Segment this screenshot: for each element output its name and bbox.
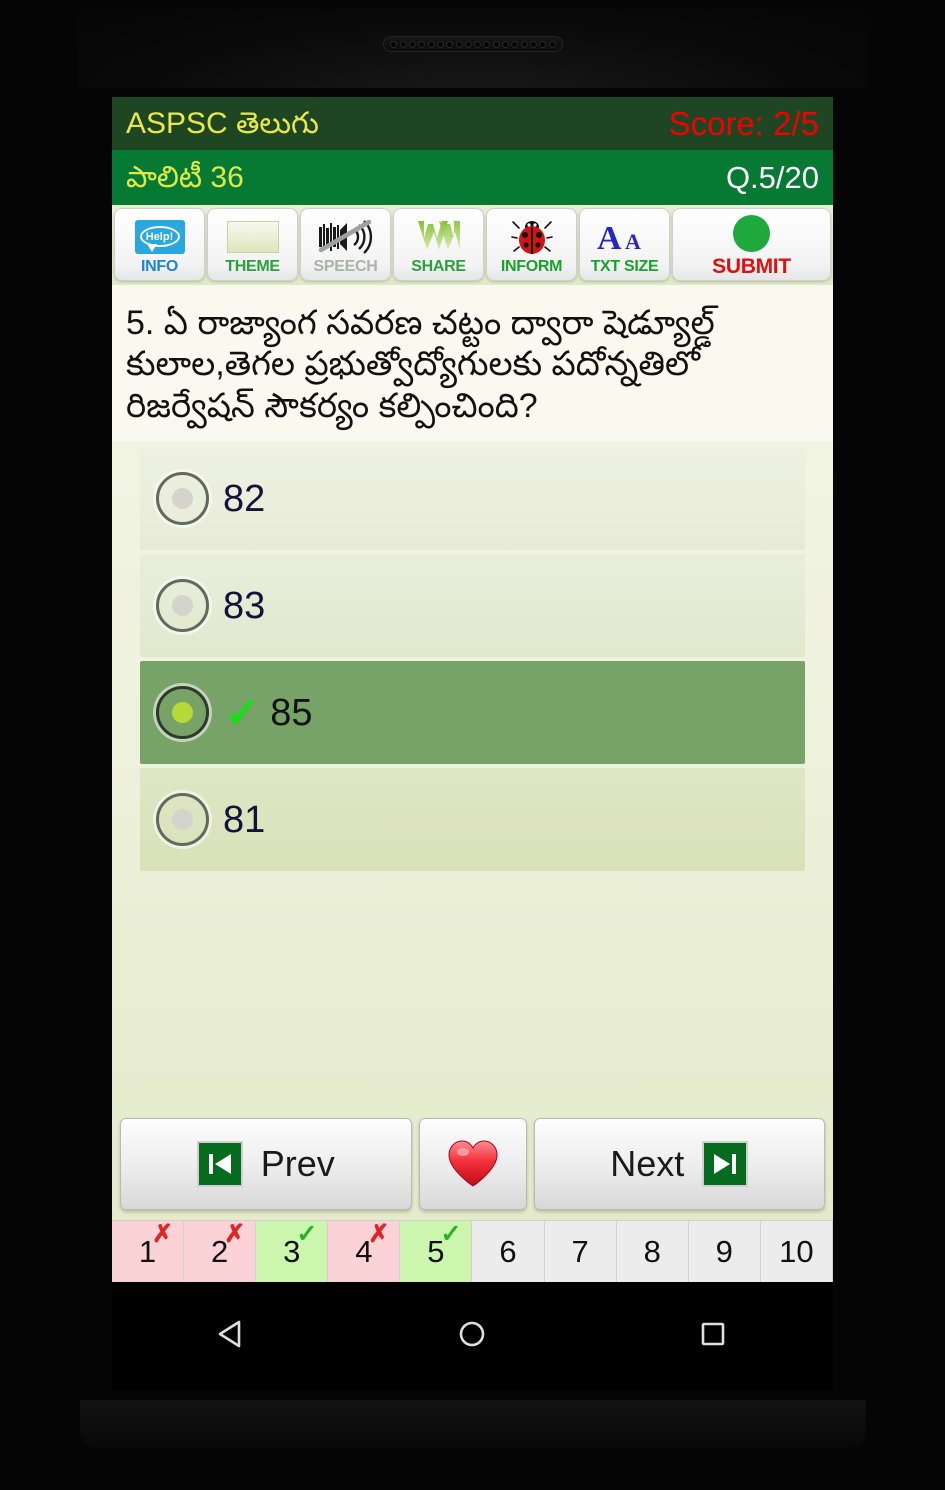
question-counter: Q.5/20 (725, 160, 819, 195)
prev-button[interactable]: Prev (120, 1118, 412, 1210)
earpiece-speaker-grille (383, 36, 563, 52)
submit-label: SUBMIT (712, 254, 791, 278)
android-system-navigation-bar (112, 1282, 833, 1390)
option-label-4: 81 (223, 798, 266, 841)
question-number-8: 8 (643, 1233, 661, 1269)
speaker-muted-icon (317, 217, 375, 257)
app-screen: ASPSC తెలుగు Score: 2/5 పాలిటీ 36 Q.5/20… (112, 97, 833, 1282)
speech-label: SPEECH (313, 257, 378, 275)
svg-text:A: A (597, 220, 622, 255)
subject-bar: పాలిటీ 36 Q.5/20 (112, 150, 833, 205)
correct-mark-icon: ✓ (296, 1220, 318, 1248)
question-cell-3[interactable]: ✓ 3 (256, 1220, 329, 1282)
back-button[interactable] (215, 1317, 249, 1356)
question-cell-2[interactable]: ✗ 2 (184, 1220, 257, 1282)
recents-button[interactable] (696, 1317, 730, 1356)
question-cell-4[interactable]: ✗ 4 (328, 1220, 401, 1282)
next-button[interactable]: Next (533, 1118, 825, 1210)
question-cell-8[interactable]: 8 (616, 1221, 689, 1282)
question-number-9: 9 (715, 1233, 733, 1269)
share-button[interactable]: SHARE (393, 208, 484, 281)
next-label: Next (610, 1143, 685, 1184)
wrong-mark-icon: ✗ (152, 1220, 174, 1248)
toolbar: Help! INFO THEME SPEECH SHARE INFORM A A… (112, 205, 833, 285)
options-list: 82 83 ✓ 85 81 (112, 441, 833, 872)
option-label-3: 85 (270, 691, 313, 734)
color-swatch-icon (226, 217, 279, 257)
radio-button-4[interactable] (156, 793, 209, 847)
question-index-strip: ✗ 1 ✗ 2 ✓ 3 ✗ 4 ✓ 5 6 7 8 9 10 (112, 1220, 833, 1282)
radio-button-3[interactable] (156, 686, 209, 740)
info-label: INFO (140, 257, 179, 275)
question-cell-9[interactable]: 9 (688, 1221, 761, 1282)
score-label: Score: 2/5 (668, 105, 819, 142)
title-bar: ASPSC తెలుగు Score: 2/5 (112, 97, 833, 150)
info-button[interactable]: Help! INFO (114, 208, 205, 281)
correct-check-icon: ✓ (225, 688, 261, 736)
font-size-aa-icon: A A (597, 217, 653, 257)
wrong-mark-icon: ✗ (224, 1220, 246, 1248)
text-size-button[interactable]: A A TXT SIZE (579, 208, 670, 281)
radio-button-1[interactable] (156, 472, 209, 526)
inform-label: INFORM (500, 257, 563, 275)
skip-next-icon (702, 1141, 749, 1187)
share-label: SHARE (411, 257, 466, 275)
theme-button[interactable]: THEME (207, 208, 298, 281)
phone-device-frame: ASPSC తెలుగు Score: 2/5 పాలిటీ 36 Q.5/20… (0, 0, 945, 1490)
prev-label: Prev (260, 1143, 335, 1184)
option-row-3[interactable]: ✓ 85 (140, 661, 805, 765)
home-button[interactable] (455, 1317, 489, 1356)
option-row-2[interactable]: 83 (140, 554, 805, 658)
help-bubble-text: Help! (139, 226, 180, 247)
question-cell-10[interactable]: 10 (760, 1221, 833, 1282)
ladybug-icon (510, 217, 553, 257)
option-label-2: 83 (223, 584, 266, 627)
navigation-bar: Prev Next (112, 1118, 833, 1210)
option-label-1: 82 (223, 477, 266, 520)
question-cell-6[interactable]: 6 (472, 1221, 545, 1282)
question-number-10: 10 (779, 1233, 814, 1269)
radio-button-2[interactable] (156, 579, 209, 633)
skip-previous-icon (196, 1141, 243, 1187)
inform-button[interactable]: INFORM (486, 208, 577, 281)
submit-button[interactable]: SUBMIT (672, 208, 831, 281)
question-number-7: 7 (571, 1233, 589, 1269)
correct-mark-icon: ✓ (440, 1220, 462, 1248)
option-row-4[interactable]: 81 (140, 768, 805, 872)
svg-text:A: A (625, 229, 641, 254)
question-cell-7[interactable]: 7 (544, 1221, 617, 1282)
wrong-mark-icon: ✗ (368, 1220, 390, 1248)
whatsapp-w-icon (415, 217, 463, 257)
help-bubble-icon: Help! (134, 217, 185, 257)
text-size-label: TXT SIZE (590, 257, 659, 275)
question-number-6: 6 (499, 1233, 517, 1269)
heart-icon (447, 1140, 499, 1188)
favorite-button[interactable] (418, 1118, 527, 1210)
question-cell-5[interactable]: ✓ 5 (400, 1220, 473, 1282)
question-cell-1[interactable]: ✗ 1 (112, 1220, 185, 1282)
green-circle-icon (733, 214, 770, 254)
theme-label: THEME (225, 257, 280, 275)
speech-button[interactable]: SPEECH (300, 208, 391, 281)
question-text: 5. ఏ రాజ్యాంగ సవరణ చట్టం ద్వారా షెడ్యూల్… (112, 285, 833, 442)
device-bottom-bezel (80, 1400, 866, 1448)
subject-title: పాలిటీ 36 (126, 160, 244, 194)
option-row-1[interactable]: 82 (140, 447, 805, 551)
app-title: ASPSC తెలుగు (126, 106, 319, 140)
